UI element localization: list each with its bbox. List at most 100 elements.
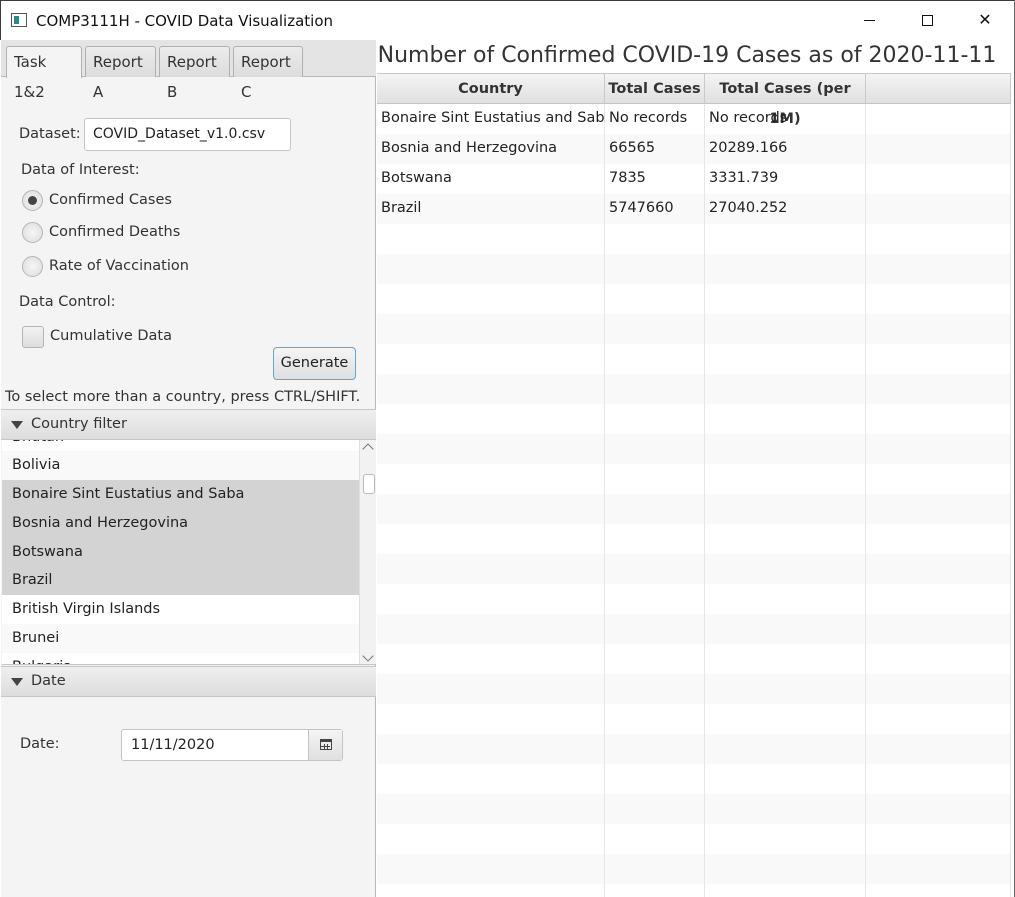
country-list[interactable]: Bhutan Bolivia Bonaire Sint Eustatius an… xyxy=(2,440,376,665)
window-titlebar[interactable]: COMP3111H - COVID Data Visualization ✕ xyxy=(0,0,1015,40)
table-cell-empty xyxy=(605,614,705,644)
confirmed-deaths-radio[interactable] xyxy=(22,222,43,243)
list-item[interactable]: Bolivia xyxy=(2,451,359,480)
table-cell-empty xyxy=(866,524,1011,554)
country-list-scrollbar[interactable] xyxy=(359,440,376,664)
confirmed-cases-label[interactable]: Confirmed Cases xyxy=(49,192,172,208)
table-cell-empty xyxy=(866,344,1011,374)
table-cell-empty xyxy=(866,794,1011,824)
table-row[interactable]: Brazil 5747660 27040.252 xyxy=(377,194,1011,224)
table-row[interactable]: Botswana 7835 3331.739 xyxy=(377,164,1011,194)
table-cell-empty xyxy=(705,494,866,524)
table-cell-empty xyxy=(866,314,1011,344)
tab-report-b[interactable]: Report B xyxy=(159,46,230,101)
table-cell-empty xyxy=(605,674,705,704)
list-item[interactable]: Bulgaria xyxy=(2,653,359,664)
date-panel-header[interactable]: Date xyxy=(1,666,376,697)
table-cell[interactable]: 27040.252 xyxy=(705,194,866,224)
confirmed-deaths-label[interactable]: Confirmed Deaths xyxy=(49,224,180,240)
country-filter-title: Country filter xyxy=(31,416,127,432)
scroll-thumb[interactable] xyxy=(363,474,375,494)
table-row-empty xyxy=(377,644,1011,674)
table-cell[interactable]: No records xyxy=(605,104,705,134)
table-cell-empty xyxy=(866,374,1011,404)
calendar-icon xyxy=(320,739,332,750)
rate-of-vaccination-radio[interactable] xyxy=(22,256,43,277)
table-cell[interactable]: 20289.166 xyxy=(705,134,866,164)
list-item[interactable]: Bosnia and Herzegovina xyxy=(2,509,359,538)
table-cell-empty xyxy=(705,344,866,374)
column-header-total-cases-per-1m[interactable]: Total Cases (per 1M) xyxy=(705,74,866,127)
dataset-field[interactable]: COVID_Dataset_v1.0.csv xyxy=(84,118,291,151)
table-cell xyxy=(866,194,1011,224)
list-item[interactable]: British Virgin Islands xyxy=(2,595,359,624)
table-cell-empty xyxy=(705,464,866,494)
table-cell-empty xyxy=(605,494,705,524)
table-row[interactable]: Bosnia and Herzegovina 66565 20289.166 xyxy=(377,134,1011,164)
table-cell-empty xyxy=(377,584,605,614)
date-panel-title: Date xyxy=(31,673,66,689)
confirmed-cases-radio[interactable] xyxy=(22,190,43,211)
tab-report-c[interactable]: Report C xyxy=(233,46,303,101)
table-cell[interactable]: Botswana xyxy=(377,164,605,194)
table-cell-empty xyxy=(866,824,1011,854)
table-cell-empty xyxy=(377,524,605,554)
table-cell-empty xyxy=(705,374,866,404)
country-filter-header[interactable]: Country filter xyxy=(1,409,376,440)
table-cell-empty xyxy=(705,404,866,434)
table-cell-empty xyxy=(605,794,705,824)
table-cell-empty xyxy=(866,884,1011,897)
list-item[interactable]: Brazil xyxy=(2,566,359,595)
column-header-country[interactable]: Country xyxy=(377,74,605,104)
table-body[interactable]: Bonaire Sint Eustatius and Saba No recor… xyxy=(377,104,1011,897)
minimize-button[interactable] xyxy=(840,1,898,39)
table-title: Number of Confirmed COVID-19 Cases as of… xyxy=(377,43,997,68)
generate-button[interactable]: Generate xyxy=(273,347,356,380)
app-icon xyxy=(11,13,27,27)
scroll-up-icon[interactable] xyxy=(362,443,374,455)
table-cell-empty xyxy=(866,614,1011,644)
table-row-empty xyxy=(377,374,1011,404)
tab-report-a[interactable]: Report A xyxy=(85,46,156,101)
table-cell-empty xyxy=(377,464,605,494)
cumulative-data-label[interactable]: Cumulative Data xyxy=(50,328,172,344)
cumulative-data-checkbox[interactable] xyxy=(22,326,44,348)
scroll-down-icon[interactable] xyxy=(362,650,374,662)
rate-of-vaccination-label[interactable]: Rate of Vaccination xyxy=(49,258,189,274)
column-header-total-cases[interactable]: Total Cases xyxy=(605,74,705,104)
table-row-empty xyxy=(377,344,1011,374)
table-cell-empty xyxy=(605,704,705,734)
date-input[interactable]: 11/11/2020 xyxy=(131,737,215,753)
list-item[interactable]: Bonaire Sint Eustatius and Saba xyxy=(2,480,359,509)
table-cell[interactable]: 7835 xyxy=(605,164,705,194)
table-cell[interactable]: No records xyxy=(705,104,866,134)
table-row-empty xyxy=(377,614,1011,644)
close-button[interactable]: ✕ xyxy=(956,1,1014,39)
table-cell[interactable]: 5747660 xyxy=(605,194,705,224)
table-cell-empty xyxy=(377,704,605,734)
tab-strip: Task 1&2 Report A Report B Report C xyxy=(1,40,376,101)
table-cell-empty xyxy=(377,344,605,374)
table-row[interactable]: Bonaire Sint Eustatius and Saba No recor… xyxy=(377,104,1011,134)
table-cell[interactable]: Brazil xyxy=(377,194,605,224)
table-cell-empty xyxy=(605,254,705,284)
tab-task-1-2[interactable]: Task 1&2 xyxy=(6,46,82,101)
table-cell-empty xyxy=(866,434,1011,464)
table-cell[interactable]: 66565 xyxy=(605,134,705,164)
list-item[interactable]: Brunei xyxy=(2,624,359,653)
table-row-empty xyxy=(377,704,1011,734)
date-picker[interactable]: 11/11/2020 xyxy=(121,729,343,761)
list-item[interactable]: Botswana xyxy=(2,538,359,567)
table-cell-empty xyxy=(866,224,1011,254)
table-cell[interactable]: 3331.739 xyxy=(705,164,866,194)
date-picker-button[interactable] xyxy=(308,730,342,760)
table-cell-empty xyxy=(377,794,605,824)
table-row-empty xyxy=(377,554,1011,584)
table-cell[interactable]: Bonaire Sint Eustatius and Saba xyxy=(377,104,605,134)
table-row-empty xyxy=(377,824,1011,854)
table-cell-empty xyxy=(605,224,705,254)
table-cell xyxy=(866,134,1011,164)
table-cell-empty xyxy=(866,584,1011,614)
table-cell[interactable]: Bosnia and Herzegovina xyxy=(377,134,605,164)
maximize-button[interactable] xyxy=(898,1,956,39)
